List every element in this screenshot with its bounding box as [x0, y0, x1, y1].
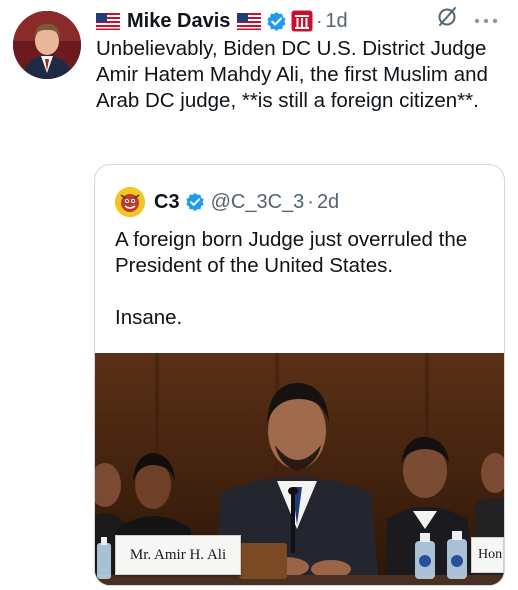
quoted-author-avatar[interactable] [115, 187, 145, 217]
us-flag-icon [96, 12, 120, 30]
quoted-tweet[interactable]: C3 @C_3C_3 · 2d A foreign born Judge jus… [94, 164, 505, 586]
affiliate-badge-icon[interactable] [291, 10, 313, 32]
nameplate-text: Mr. Amir H. Ali [129, 546, 227, 563]
quoted-tweet-timestamp[interactable]: 2d [317, 191, 339, 214]
nameplate: Mr. Amir H. Ali [115, 535, 241, 575]
author-name[interactable]: Mike Davis [127, 10, 230, 33]
verified-badge-icon[interactable] [266, 11, 287, 32]
more-icon[interactable] [474, 11, 498, 24]
us-flag-icon [237, 12, 262, 30]
quoted-author-handle[interactable]: @C_3C_3 [211, 191, 305, 214]
tweet-timestamp[interactable]: 1d [325, 10, 347, 33]
separator: · [307, 190, 314, 213]
separator: · [316, 10, 323, 31]
nameplate-right: Hon [471, 537, 504, 573]
author-avatar[interactable] [13, 11, 81, 79]
nameplate-right-text: Hon [478, 547, 503, 562]
tweet-text: Unbelievably, Biden DC U.S. District Jud… [96, 37, 493, 112]
quoted-tweet-image[interactable]: Mr. Amir H. Ali Hon [95, 353, 504, 585]
quoted-tweet-text: A foreign born Judge just overruled the … [115, 228, 468, 329]
verified-badge-icon[interactable] [185, 192, 205, 212]
quoted-tweet-header: C3 @C_3C_3 · 2d [115, 187, 339, 217]
grok-icon[interactable] [436, 5, 458, 27]
quoted-author-name[interactable]: C3 [154, 191, 180, 214]
